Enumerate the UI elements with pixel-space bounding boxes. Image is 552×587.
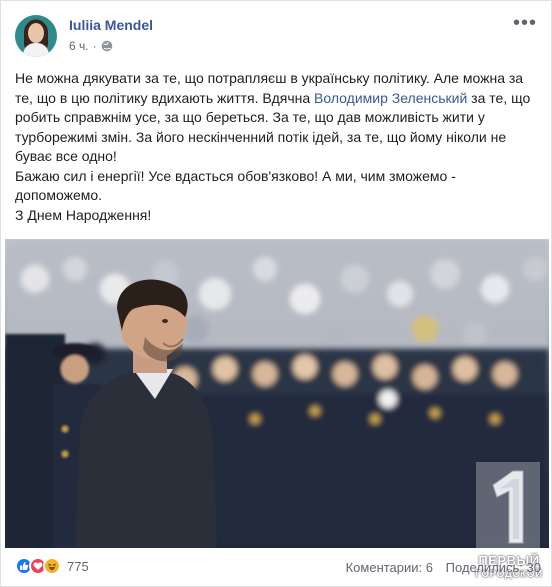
reactions-summary[interactable]: 775 bbox=[15, 557, 89, 575]
post-time[interactable]: 6 ч. bbox=[69, 39, 89, 53]
reaction-count[interactable]: 775 bbox=[67, 559, 89, 574]
author-name[interactable]: Iuliia Mendel bbox=[69, 17, 153, 33]
watermark-logo-icon bbox=[476, 462, 540, 550]
haha-reaction-icon bbox=[43, 557, 61, 575]
post-photo[interactable] bbox=[5, 239, 549, 548]
author-avatar[interactable] bbox=[15, 15, 57, 57]
post-text: Не можна дякувати за те, що потрапляєш в… bbox=[15, 69, 541, 225]
post-paragraph-1: Не можна дякувати за те, що потрапляєш в… bbox=[15, 69, 541, 167]
photo-illustration bbox=[5, 239, 549, 548]
post-meta: 6 ч. · bbox=[69, 39, 113, 53]
globe-icon bbox=[101, 40, 112, 52]
post-paragraph-3: З Днем Народження! bbox=[15, 206, 152, 223]
comments-count[interactable]: Коментарии: 6 bbox=[346, 560, 433, 575]
meta-separator: · bbox=[92, 39, 97, 53]
avatar-face bbox=[28, 23, 44, 43]
mention-link[interactable]: Володимир Зеленський bbox=[314, 90, 467, 106]
facebook-post-card: Iuliia Mendel 6 ч. · ••• Не можна дякува… bbox=[0, 0, 552, 587]
post-footer: 775 Коментарии: 6 Поделились: 30 bbox=[15, 554, 541, 578]
shares-count[interactable]: Поделились: 30 bbox=[446, 560, 541, 575]
post-header: Iuliia Mendel 6 ч. · ••• bbox=[15, 13, 539, 57]
more-options-icon[interactable]: ••• bbox=[513, 13, 537, 33]
post-paragraph-2: Бажаю сил і енергії! Усе вдасться обов'я… bbox=[15, 167, 456, 204]
